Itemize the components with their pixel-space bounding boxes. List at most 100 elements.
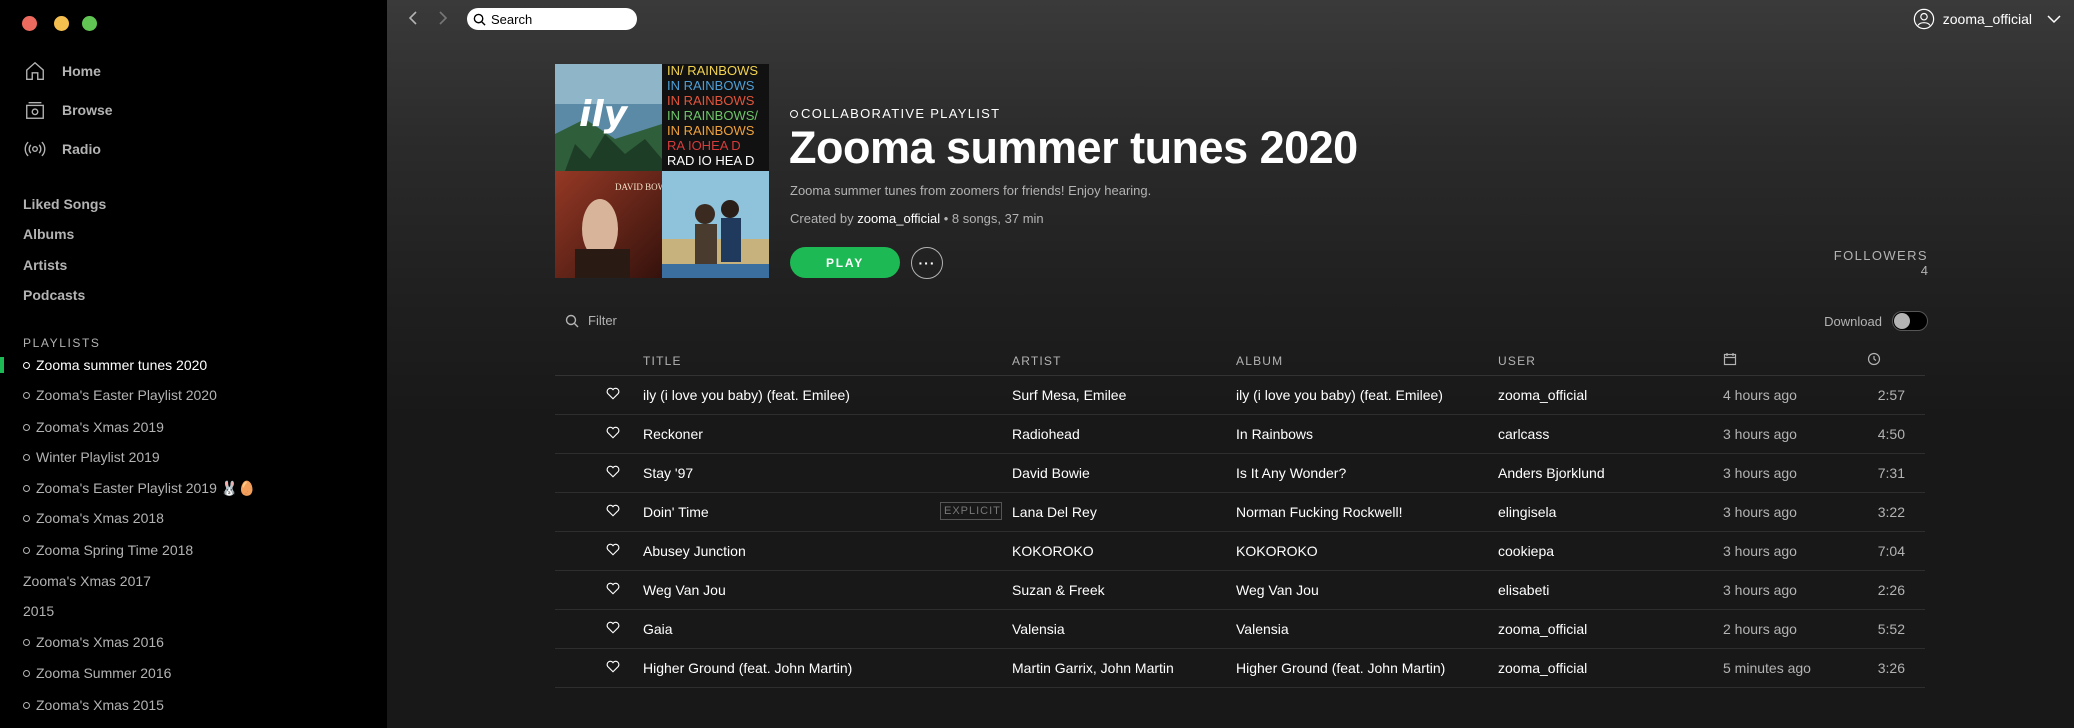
sidebar-playlist-item[interactable]: Zooma's Xmas 2015	[23, 694, 164, 716]
track-duration: 7:04	[1877, 543, 1905, 559]
track-title: Weg Van Jou	[643, 582, 726, 598]
heart-icon[interactable]	[606, 660, 620, 676]
track-user[interactable]: elingisela	[1498, 504, 1556, 520]
search-placeholder: Search	[491, 11, 533, 27]
download-toggle[interactable]	[1892, 311, 1928, 331]
track-artist[interactable]: Martin Garrix, John Martin	[1012, 660, 1174, 676]
table-row[interactable]: Gaia Valensia Valensia zooma_official 2 …	[555, 610, 1925, 649]
home-icon	[26, 61, 44, 80]
sidebar-playlist-item[interactable]: Winter Playlist 2019	[23, 446, 160, 468]
track-duration: 3:26	[1877, 660, 1905, 676]
zoom-window-button[interactable]	[82, 16, 97, 31]
track-duration: 2:57	[1877, 387, 1905, 403]
radio-icon	[24, 141, 46, 157]
table-row[interactable]: Higher Ground (feat. John Martin) Martin…	[555, 649, 1925, 688]
track-title: Reckoner	[643, 426, 703, 442]
track-user[interactable]: zooma_official	[1498, 621, 1587, 637]
track-added: 3 hours ago	[1723, 426, 1797, 442]
user-menu[interactable]: zooma_official	[1913, 8, 2062, 30]
chevron-right-icon	[439, 11, 448, 25]
heart-icon[interactable]	[606, 621, 620, 637]
track-album[interactable]: In Rainbows	[1236, 426, 1313, 442]
sidebar-playlist-item[interactable]: Zooma Spring Time 2018	[23, 539, 193, 561]
table-row[interactable]: Weg Van Jou Suzan & Freek Weg Van Jou el…	[555, 571, 1925, 610]
track-user[interactable]: zooma_official	[1498, 387, 1587, 403]
track-artist[interactable]: David Bowie	[1012, 465, 1090, 481]
track-added: 3 hours ago	[1723, 582, 1797, 598]
track-user[interactable]: cookiepa	[1498, 543, 1554, 559]
collaborative-playlist-tag: COLLABORATIVE PLAYLIST	[790, 106, 1000, 121]
back-button[interactable]	[403, 8, 423, 28]
heart-icon[interactable]	[606, 387, 620, 403]
track-artist[interactable]: Surf Mesa, Emilee	[1012, 387, 1126, 403]
heart-icon[interactable]	[606, 543, 620, 559]
track-album[interactable]: Higher Ground (feat. John Martin)	[1236, 660, 1445, 676]
close-window-button[interactable]	[22, 16, 37, 31]
sidebar-playlist-item[interactable]: Zooma's Xmas 2016	[23, 631, 164, 653]
table-row[interactable]: ily (i love you baby) (feat. Emilee) Sur…	[555, 376, 1925, 415]
track-album[interactable]: KOKOROKO	[1236, 543, 1318, 559]
track-user[interactable]: zooma_official	[1498, 660, 1587, 676]
sidebar-playlist-item[interactable]: Zooma's Easter Playlist 2019 🐰🥚	[23, 477, 256, 499]
track-title: ily (i love you baby) (feat. Emilee)	[643, 387, 850, 403]
track-added: 3 hours ago	[1723, 504, 1797, 520]
playlist-label: Zooma's Xmas 2018	[36, 510, 164, 526]
minimize-window-button[interactable]	[54, 16, 69, 31]
collaborative-icon	[23, 391, 30, 399]
track-added: 3 hours ago	[1723, 543, 1797, 559]
sidebar-playlist-item[interactable]: Zooma's Easter Playlist 2020	[23, 384, 217, 406]
heart-icon[interactable]	[606, 582, 620, 598]
sidebar-playlist-item[interactable]: Zooma's Xmas 2019	[23, 416, 164, 438]
sidebar-playlist-item[interactable]: Zooma summer tunes 2020	[23, 354, 207, 376]
playlists-header: PLAYLISTS	[23, 336, 101, 350]
track-artist[interactable]: Radiohead	[1012, 426, 1080, 442]
nav-home-label: Home	[62, 63, 101, 79]
column-header-artist[interactable]: ARTIST	[1012, 354, 1062, 368]
forward-button[interactable]	[433, 8, 453, 28]
track-artist[interactable]: Valensia	[1012, 621, 1065, 637]
column-header-title[interactable]: TITLE	[643, 354, 682, 368]
sidebar-playlist-item[interactable]: Zooma's Xmas 2017	[23, 570, 151, 592]
track-artist[interactable]: Lana Del Rey	[1012, 504, 1097, 520]
library-liked-songs[interactable]: Liked Songs	[23, 196, 106, 212]
track-added: 2 hours ago	[1723, 621, 1797, 637]
track-album[interactable]: Is It Any Wonder?	[1236, 465, 1346, 481]
track-user[interactable]: Anders Bjorklund	[1498, 465, 1605, 481]
nav-radio[interactable]: Radio	[24, 134, 101, 164]
table-row[interactable]: Abusey Junction KOKOROKO KOKOROKO cookie…	[555, 532, 1925, 571]
heart-icon[interactable]	[606, 504, 620, 520]
track-album[interactable]: Valensia	[1236, 621, 1289, 637]
nav-browse[interactable]: Browse	[24, 95, 113, 125]
play-button[interactable]: PLAY	[790, 247, 900, 278]
sidebar-playlist-item[interactable]: Zooma Summer 2016	[23, 662, 171, 684]
nav-home[interactable]: Home	[24, 56, 101, 86]
track-album[interactable]: ily (i love you baby) (feat. Emilee)	[1236, 387, 1443, 403]
table-row[interactable]: Reckoner Radiohead In Rainbows carlcass …	[555, 415, 1925, 454]
column-header-duration[interactable]	[1867, 352, 1881, 369]
sidebar-playlist-item[interactable]: Zooma's Xmas 2018	[23, 507, 164, 529]
track-artist[interactable]: KOKOROKO	[1012, 543, 1094, 559]
more-options-button[interactable]: ···	[911, 247, 943, 279]
sidebar-playlist-item[interactable]: 2015	[23, 600, 54, 622]
playlist-stats: • 8 songs, 37 min	[940, 211, 1044, 226]
heart-icon[interactable]	[606, 426, 620, 442]
playlist-label: Zooma's Xmas 2015	[36, 697, 164, 713]
track-artist[interactable]: Suzan & Freek	[1012, 582, 1105, 598]
download-control: Download	[1824, 311, 1928, 331]
column-header-user[interactable]: USER	[1498, 354, 1536, 368]
owner-link[interactable]: zooma_official	[857, 211, 940, 226]
library-artists[interactable]: Artists	[23, 257, 67, 273]
filter-input[interactable]: Filter	[565, 313, 617, 328]
library-albums[interactable]: Albums	[23, 226, 74, 242]
column-header-album[interactable]: ALBUM	[1236, 354, 1283, 368]
table-row[interactable]: Doin' Time EXPLICIT Lana Del Rey Norman …	[555, 493, 1925, 532]
track-user[interactable]: carlcass	[1498, 426, 1549, 442]
library-podcasts[interactable]: Podcasts	[23, 287, 85, 303]
column-header-date-added[interactable]	[1723, 352, 1737, 369]
track-user[interactable]: elisabeti	[1498, 582, 1549, 598]
track-album[interactable]: Weg Van Jou	[1236, 582, 1319, 598]
search-input[interactable]: Search	[467, 8, 637, 30]
heart-icon[interactable]	[606, 465, 620, 481]
table-row[interactable]: Stay '97 David Bowie Is It Any Wonder? A…	[555, 454, 1925, 493]
track-album[interactable]: Norman Fucking Rockwell!	[1236, 504, 1403, 520]
